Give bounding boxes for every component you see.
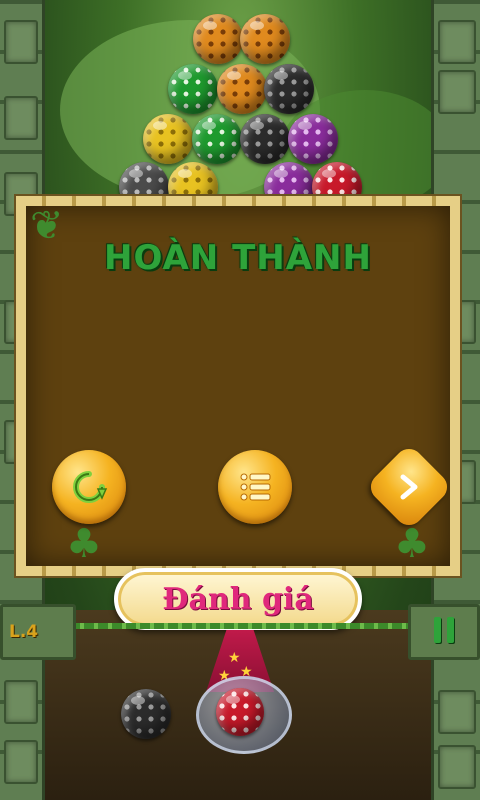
vine-rope xyxy=(70,623,410,629)
fern-decoration: ♣ xyxy=(66,521,102,567)
next-ball[interactable] xyxy=(121,689,171,739)
bubble xyxy=(192,114,242,164)
fern-decoration: ❦ xyxy=(30,203,64,249)
rate-button[interactable]: Đánh giá xyxy=(114,568,362,630)
level-indicator: L.4 xyxy=(0,604,76,660)
fern-decoration: ♣ xyxy=(394,521,430,567)
bubble xyxy=(264,64,314,114)
next-level-button[interactable] xyxy=(365,443,453,531)
bubble xyxy=(217,64,267,114)
pause-button[interactable] xyxy=(408,604,480,660)
level-complete-panel: HOÀN THÀNH ❦ ♣ ♣ xyxy=(16,196,460,576)
pause-icon xyxy=(431,617,457,647)
bubble xyxy=(288,114,338,164)
bubble xyxy=(168,64,218,114)
current-ball xyxy=(216,688,264,736)
replay-button[interactable] xyxy=(52,450,126,524)
replay-icon xyxy=(73,471,108,503)
menu-list-icon xyxy=(240,473,271,501)
menu-button[interactable] xyxy=(218,450,292,524)
rate-button-label: Đánh giá xyxy=(162,581,314,617)
panel-title: HOÀN THÀNH xyxy=(104,238,372,278)
bubble xyxy=(143,114,193,164)
bubble xyxy=(240,14,290,64)
level-label: L.4 xyxy=(9,622,39,642)
bubble xyxy=(240,114,290,164)
bubble xyxy=(193,14,243,64)
next-arrow-icon xyxy=(400,474,418,500)
